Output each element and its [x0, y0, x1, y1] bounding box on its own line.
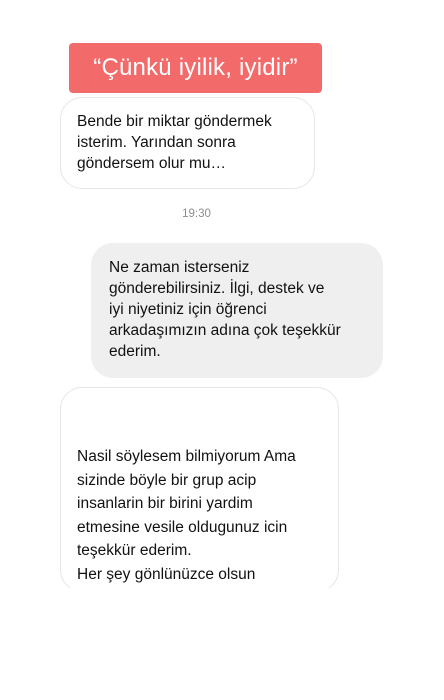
quote-banner-text: “Çünkü iyilik, iyidir”	[93, 54, 298, 81]
received-message-bubble[interactable]: Bende bir miktar göndermek isterim. Yarı…	[60, 97, 315, 189]
quote-banner: “Çünkü iyilik, iyidir”	[69, 43, 322, 93]
blank-background	[0, 588, 444, 700]
message-timestamp: 19:30	[182, 208, 211, 220]
sent-message-bubble[interactable]: Ne zaman isterseniz gönderebilirsiniz. İ…	[91, 243, 383, 378]
received-message-bubble[interactable]: Nasil söylesem bilmiyorum Ama sizinde bö…	[60, 387, 339, 592]
